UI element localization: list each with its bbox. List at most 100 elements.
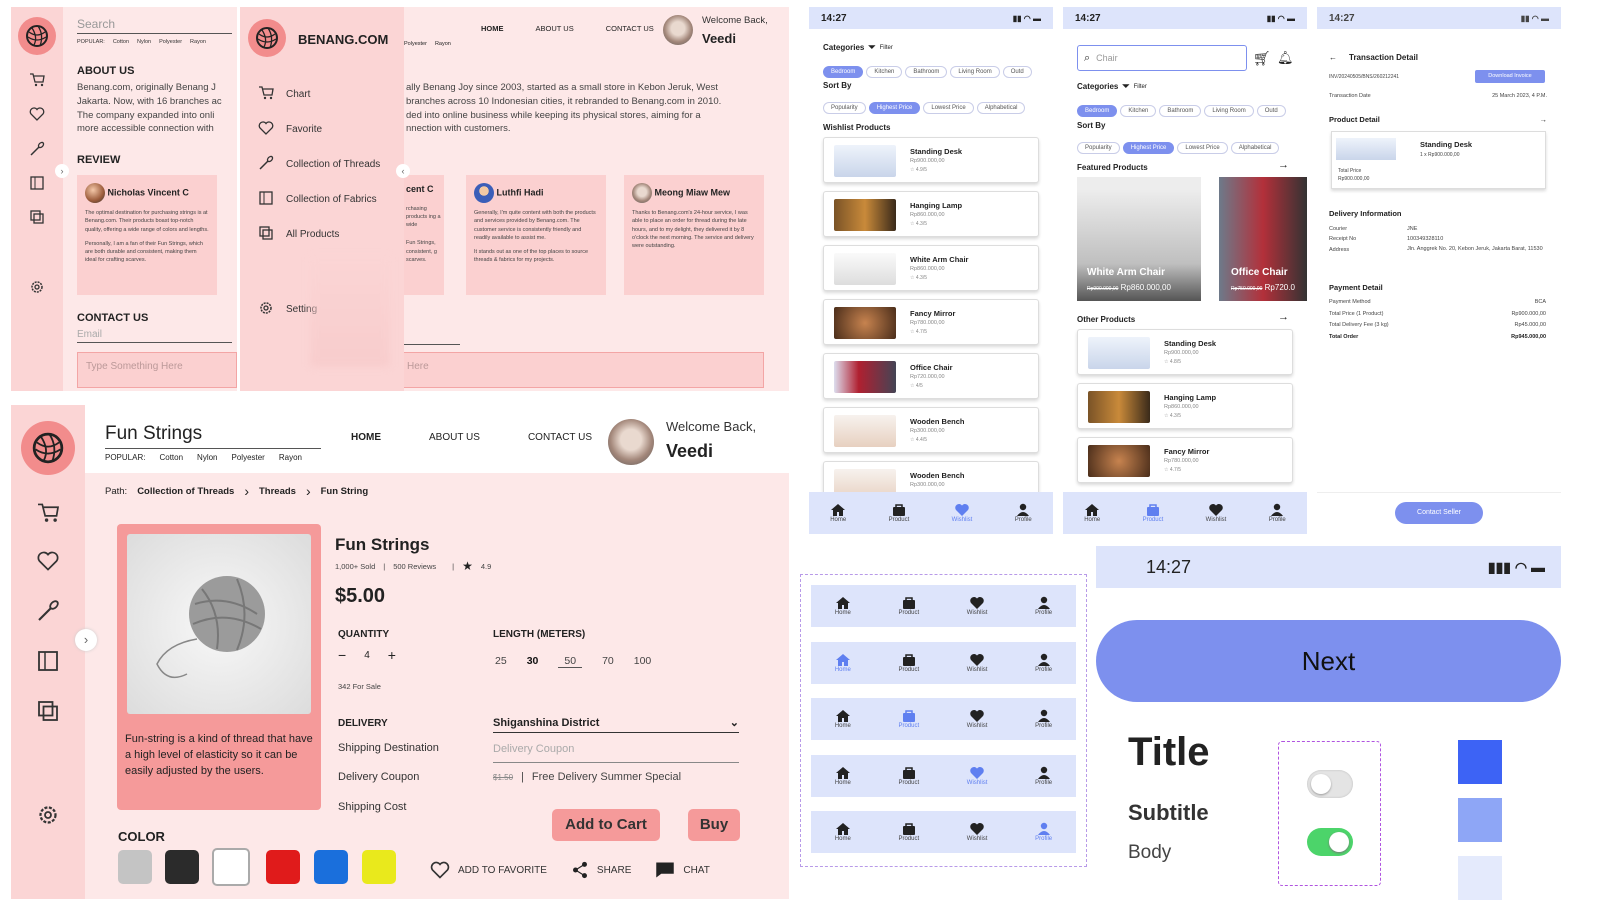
yarn-logo-icon[interactable]	[21, 421, 75, 475]
nav-wishlist[interactable]: Wishlist	[967, 766, 987, 786]
length-option-selected[interactable]: 30	[527, 655, 539, 668]
tag-polyester[interactable]: Polyester	[232, 453, 265, 462]
nav-about[interactable]: ABOUT US	[536, 24, 574, 33]
fabric-book-icon[interactable]	[36, 649, 60, 673]
nav-profile[interactable]: Profile	[1015, 503, 1032, 523]
chip-bedroom[interactable]: Bedroom	[1077, 105, 1118, 117]
tag-polyester[interactable]: Polyester	[404, 41, 427, 47]
expand-sidebar-button[interactable]: ›	[75, 629, 97, 651]
yarn-logo-icon[interactable]	[248, 19, 286, 57]
bell-icon[interactable]: 🔔︎	[1277, 50, 1294, 66]
search-input[interactable]: Search	[77, 17, 232, 34]
expand-sidebar-button[interactable]: ›	[55, 164, 69, 178]
arrow-right-icon[interactable]: →	[1278, 159, 1289, 171]
nav-home[interactable]: Home	[1084, 503, 1100, 523]
breadcrumb-fun-string[interactable]: Fun String	[321, 486, 369, 497]
needle-icon[interactable]	[36, 599, 60, 623]
district-select[interactable]: Shiganshina District ⌄	[493, 713, 739, 733]
breadcrumb-threads-collection[interactable]: Collection of Threads	[137, 486, 234, 497]
chip-kitchen[interactable]: Kitchen	[866, 66, 903, 78]
product-row[interactable]: White Arm Chair Rp860.000,00 ☆ 4.3/5	[823, 245, 1039, 291]
next-button[interactable]: Next	[1096, 620, 1561, 702]
menu-item-chart[interactable]: Chart	[258, 77, 380, 112]
download-invoice-button[interactable]: Download Invoice	[1475, 70, 1545, 83]
product-row[interactable]: Fancy Mirror Rp780.000,00 ☆ 4.7/5	[823, 299, 1039, 345]
nav-home[interactable]: Home	[835, 822, 851, 842]
chip-popularity[interactable]: Popularity	[1077, 142, 1120, 154]
chip-lowest-price[interactable]: Lowest Price	[923, 102, 974, 114]
length-option[interactable]: 70	[602, 655, 614, 668]
product-row[interactable]: Hanging Lamp Rp860.000,00 ☆ 4.3/5	[1077, 383, 1293, 429]
chip-highest-price[interactable]: Highest Price	[1122, 142, 1175, 154]
product-row[interactable]: Standing Desk Rp900.000,00 ☆ 4.8/5	[1077, 329, 1293, 375]
product-row[interactable]: Wooden Bench Rp300.000,00 ☆ 4.4/5	[823, 407, 1039, 453]
nav-wishlist[interactable]: Wishlist	[967, 822, 987, 842]
color-swatch-gray[interactable]	[118, 850, 152, 884]
menu-item-fabrics[interactable]: Collection of Fabrics	[258, 182, 380, 217]
search-input[interactable]: ⌕ Chair	[1077, 45, 1247, 71]
nav-home[interactable]: Home	[835, 766, 851, 786]
arrow-right-icon[interactable]: →	[1278, 311, 1289, 323]
product-row[interactable]: Standing Desk Rp900.000,00 ☆ 4.9/5	[823, 137, 1039, 183]
message-textarea[interactable]: Type Something Here	[77, 352, 237, 388]
nav-profile[interactable]: Profile	[1035, 709, 1052, 729]
chat-link[interactable]: CHAT	[655, 861, 710, 879]
tag-cotton[interactable]: Cotton	[159, 453, 183, 462]
filter-icon[interactable]: ⏷	[1122, 81, 1129, 92]
toggle-off[interactable]	[1307, 770, 1353, 798]
nav-wishlist[interactable]: Wishlist	[952, 503, 972, 523]
cart-icon[interactable]: 🛒︎	[1253, 50, 1271, 67]
menu-item-threads[interactable]: Collection of Threads	[258, 147, 380, 182]
chip-living-room[interactable]: Living Room	[950, 66, 1000, 78]
add-to-cart-button[interactable]: Add to Cart	[552, 809, 660, 841]
chip-lowest-price[interactable]: Lowest Price	[1177, 142, 1228, 154]
yarn-logo-icon[interactable]	[18, 17, 56, 55]
chip-alphabetical[interactable]: Alphabetical	[976, 102, 1026, 114]
products-icon[interactable]	[29, 209, 45, 225]
nav-profile[interactable]: Profile	[1035, 766, 1052, 786]
nav-contact[interactable]: CONTACT US	[606, 24, 654, 33]
message-textarea[interactable]: Here	[400, 352, 764, 388]
chip-bathroom[interactable]: Bathroom	[1159, 105, 1202, 117]
back-arrow-icon[interactable]: ←	[1329, 53, 1337, 62]
products-icon[interactable]	[36, 699, 60, 723]
needle-icon[interactable]	[29, 141, 45, 157]
nav-wishlist[interactable]: Wishlist	[967, 653, 987, 673]
avatar[interactable]	[608, 419, 654, 465]
chip-highest-price[interactable]: Highest Price	[868, 102, 921, 114]
product-row[interactable]: Office Chair Rp720.000,00 ☆ 4/5	[823, 353, 1039, 399]
cart-icon[interactable]	[36, 503, 60, 523]
chip-popularity[interactable]: Popularity	[823, 102, 866, 114]
tag-polyester[interactable]: Polyester	[159, 39, 182, 45]
nav-home[interactable]: Home	[830, 503, 846, 523]
nav-home[interactable]: Home	[835, 653, 851, 673]
breadcrumb-threads[interactable]: Threads	[259, 486, 296, 497]
nav-home[interactable]: Home	[835, 596, 851, 616]
tag-rayon[interactable]: Rayon	[190, 39, 206, 45]
nav-about[interactable]: ABOUT US	[429, 432, 480, 443]
heart-icon[interactable]	[36, 551, 60, 571]
nav-contact[interactable]: CONTACT US	[528, 432, 592, 443]
nav-home[interactable]: Home	[835, 709, 851, 729]
nav-product[interactable]: Product	[898, 822, 919, 842]
nav-home[interactable]: HOME	[481, 24, 504, 33]
share-link[interactable]: SHARE	[571, 861, 631, 879]
fabric-book-icon[interactable]	[29, 175, 45, 191]
product-row[interactable]: Fancy Mirror Rp780.000,00 ☆ 4.7/5	[1077, 437, 1293, 483]
plus-button[interactable]: +	[388, 647, 396, 663]
nav-wishlist[interactable]: Wishlist	[967, 709, 987, 729]
featured-card[interactable]: White Arm Chair Rp900.000,00 Rp860.000,0…	[1077, 177, 1201, 301]
tag-rayon[interactable]: Rayon	[279, 453, 302, 462]
nav-home[interactable]: HOME	[351, 432, 381, 443]
filter-icon[interactable]: ⏷	[868, 42, 875, 53]
product-row[interactable]: Hanging Lamp Rp860.000,00 ☆ 4.3/5	[823, 191, 1039, 237]
nav-wishlist[interactable]: Wishlist	[967, 596, 987, 616]
tag-cotton[interactable]: Cotton	[113, 39, 129, 45]
add-favorite-link[interactable]: ADD TO FAVORITE	[430, 861, 547, 879]
filter-label[interactable]: Filter	[880, 45, 893, 51]
email-field[interactable]: Email	[77, 329, 232, 343]
color-swatch-white-selected[interactable]	[212, 848, 250, 886]
nav-profile[interactable]: Profile	[1269, 503, 1286, 523]
arrow-right-icon[interactable]: →	[1540, 115, 1548, 124]
contact-seller-button[interactable]: Contact Seller	[1395, 502, 1483, 524]
